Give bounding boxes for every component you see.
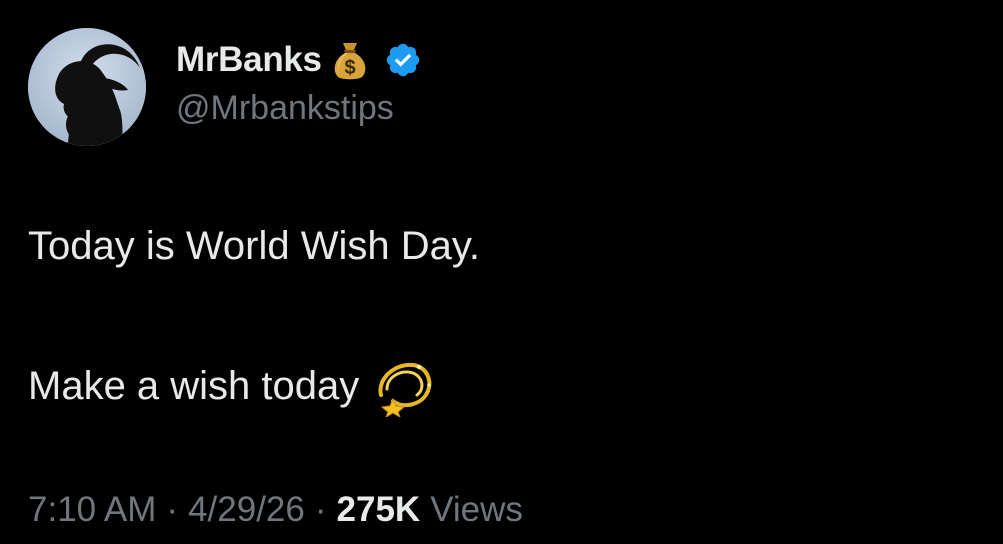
avatar[interactable] <box>28 28 146 146</box>
svg-text:$: $ <box>344 57 355 79</box>
goat-silhouette-icon <box>28 28 146 146</box>
display-name[interactable]: MrBanks <box>176 40 322 80</box>
verified-badge-icon[interactable] <box>384 41 422 79</box>
tweet-text-line-2: Make a wish today <box>28 363 360 408</box>
dizzy-star-icon <box>373 355 435 419</box>
tweet-date[interactable]: 4/29/26 <box>188 490 305 530</box>
author-name-row: MrBanks $ <box>176 38 422 82</box>
views-count[interactable]: 275K <box>337 490 421 530</box>
author-handle[interactable]: @Mrbankstips <box>176 89 394 128</box>
meta-separator: · <box>314 490 327 529</box>
tweet-time[interactable]: 7:10 AM <box>28 490 156 530</box>
tweet-card: MrBanks $ @Mrbankstips Today is World Wi… <box>0 0 1003 544</box>
tweet-text-line-2-row: Make a wish today <box>28 355 435 419</box>
tweet-text-line-1: Today is World Wish Day. <box>28 224 480 268</box>
tweet-meta: 7:10 AM · 4/29/26 · 275K Views <box>28 490 523 530</box>
views-label: Views <box>430 490 523 529</box>
meta-separator: · <box>166 490 179 529</box>
money-bag-icon: $ <box>330 39 370 81</box>
